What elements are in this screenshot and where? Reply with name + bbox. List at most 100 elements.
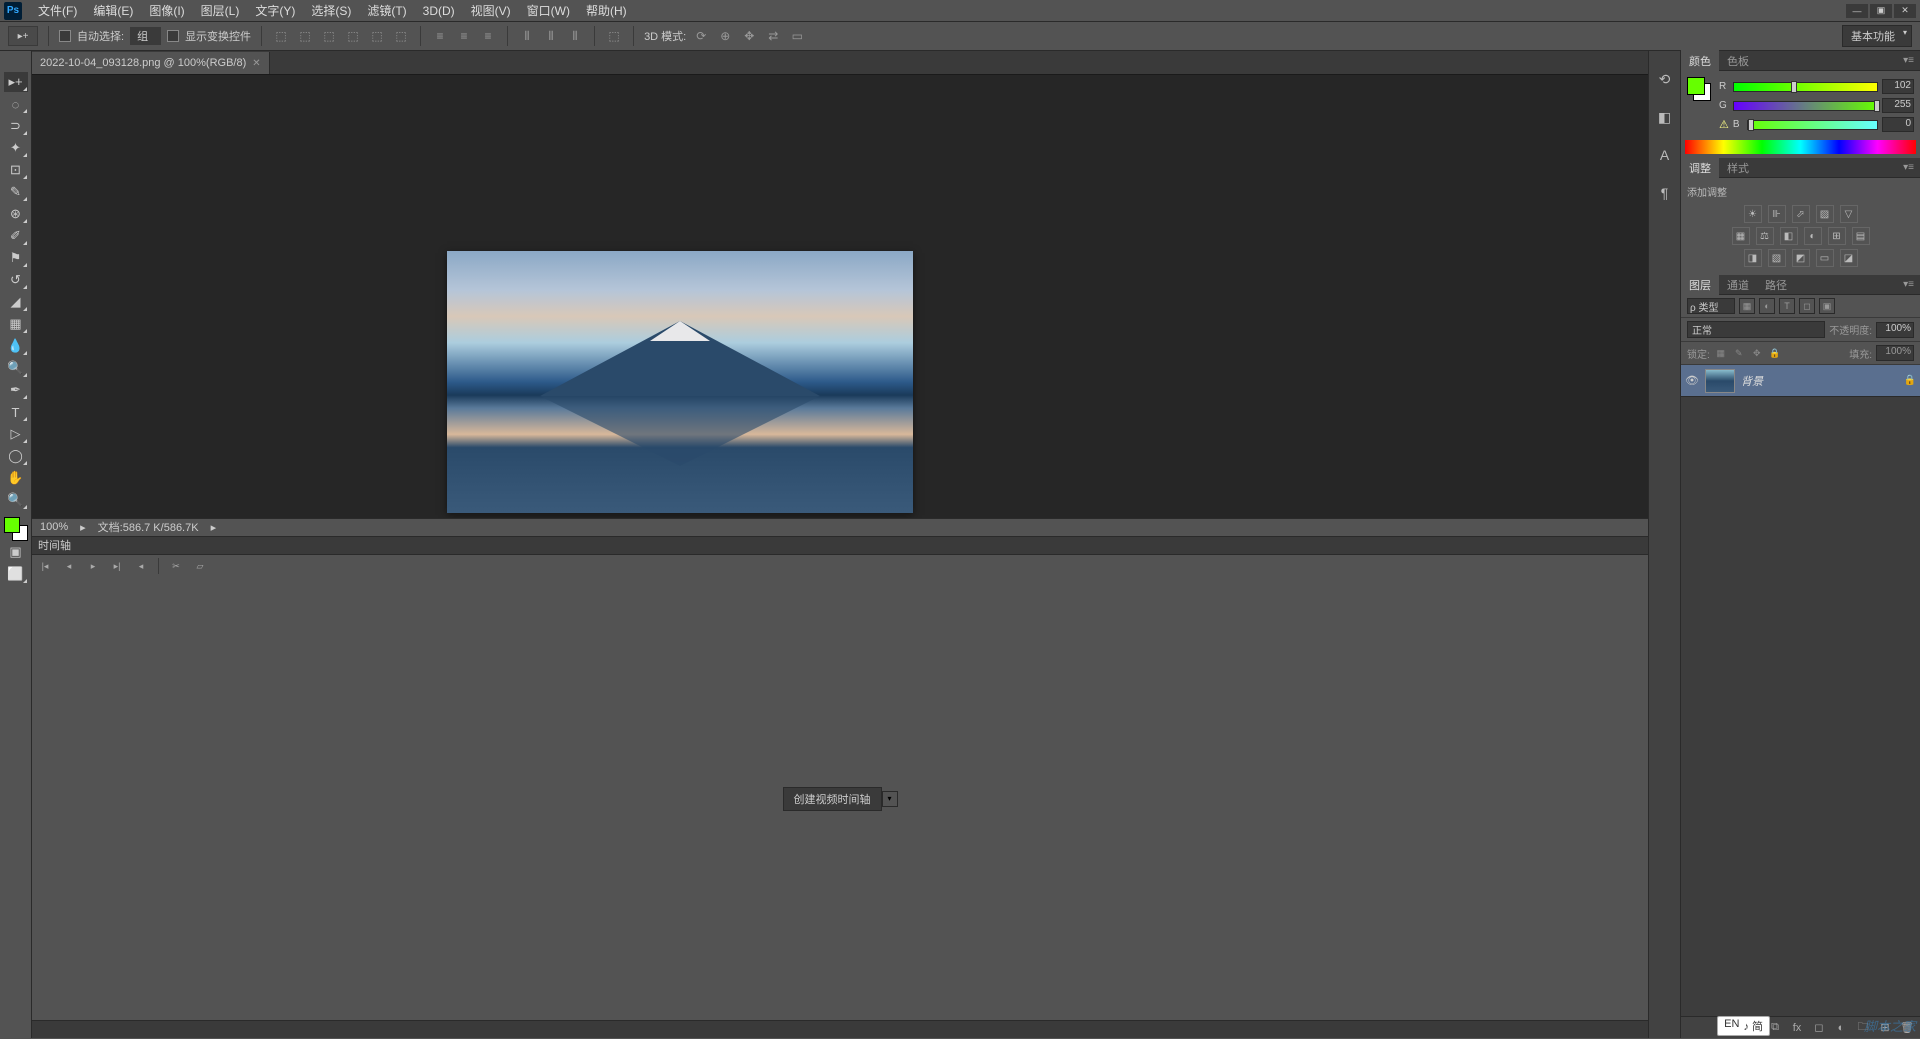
fill-value[interactable]: 100% (1876, 345, 1914, 361)
next-frame-icon[interactable]: ▸| (110, 559, 124, 573)
layer-mask-icon[interactable]: ◻ (1812, 1021, 1826, 1035)
gradient-tool[interactable]: ▦ (4, 314, 28, 334)
zoom-tool[interactable]: 🔍 (4, 490, 28, 510)
blur-tool[interactable]: 💧 (4, 336, 28, 356)
menu-file[interactable]: 文件(F) (30, 0, 85, 21)
layer-filter-dropdown[interactable]: ρ 类型 (1687, 298, 1735, 314)
stamp-tool[interactable]: ⚑ (4, 248, 28, 268)
goto-first-icon[interactable]: |◂ (38, 559, 52, 573)
auto-align-icon[interactable]: ⬚ (605, 27, 623, 45)
distribute-h-icon[interactable]: ⦀ (518, 27, 536, 45)
align-bottom-icon[interactable]: ⬚ (320, 27, 338, 45)
lock-position-icon[interactable]: ✥ (1750, 346, 1764, 360)
lock-transparency-icon[interactable]: ▦ (1714, 346, 1728, 360)
filter-shape-icon[interactable]: ◻ (1799, 298, 1815, 314)
g-slider[interactable] (1733, 101, 1878, 111)
brush-tool[interactable]: ✐ (4, 226, 28, 246)
tab-swatches[interactable]: 色板 (1719, 50, 1757, 72)
timeline-panel-header[interactable]: 时间轴 (32, 536, 1648, 554)
eraser-tool[interactable]: ◢ (4, 292, 28, 312)
healing-tool[interactable]: ⊛ (4, 204, 28, 224)
color-balance-icon[interactable]: ⚖ (1756, 227, 1774, 245)
goto-last-icon[interactable]: ◂ (134, 559, 148, 573)
photo-filter-icon[interactable]: ◐ (1804, 227, 1822, 245)
layer-name[interactable]: 背景 (1741, 373, 1898, 389)
layer-row[interactable]: 👁 背景 🔒 (1681, 365, 1920, 397)
selective-color-icon[interactable]: ◪ (1840, 249, 1858, 267)
b-slider[interactable] (1747, 120, 1878, 130)
ime-indicator[interactable]: EN ♪ 简 (1717, 1016, 1770, 1036)
layer-style-icon[interactable]: fx (1790, 1021, 1804, 1035)
tab-layers[interactable]: 图层 (1681, 274, 1719, 296)
current-tool-icon[interactable]: ▸+ (8, 26, 38, 46)
hue-icon[interactable]: ▦ (1732, 227, 1750, 245)
panel-menu-icon[interactable]: ▾≡ (1897, 279, 1920, 290)
pen-tool[interactable]: ✒ (4, 380, 28, 400)
properties-panel-icon[interactable]: ◧ (1655, 107, 1675, 127)
color-swatches[interactable] (4, 517, 28, 541)
curves-icon[interactable]: ⬀ (1792, 205, 1810, 223)
color-spectrum[interactable] (1685, 140, 1916, 154)
dodge-tool[interactable]: 🔍 (4, 358, 28, 378)
align-right-icon[interactable]: ⬚ (392, 27, 410, 45)
align-top-icon[interactable]: ⬚ (272, 27, 290, 45)
paragraph-panel-icon[interactable]: ¶ (1655, 183, 1675, 203)
zoom-caret-icon[interactable]: ▸ (80, 521, 86, 534)
distribute-icon[interactable]: ≡ (479, 27, 497, 45)
posterize-icon[interactable]: ▧ (1768, 249, 1786, 267)
filter-pixel-icon[interactable]: ▦ (1739, 298, 1755, 314)
bw-icon[interactable]: ◧ (1780, 227, 1798, 245)
close-tab-icon[interactable]: ✕ (252, 58, 260, 69)
minimize-button[interactable]: — (1846, 4, 1868, 18)
history-brush-tool[interactable]: ↺ (4, 270, 28, 290)
exposure-icon[interactable]: ▨ (1816, 205, 1834, 223)
menu-window[interactable]: 窗口(W) (519, 0, 578, 21)
r-slider[interactable] (1733, 82, 1878, 92)
channel-mixer-icon[interactable]: ⊞ (1828, 227, 1846, 245)
canvas-image[interactable] (447, 251, 913, 513)
foreground-swatch[interactable] (1687, 77, 1705, 95)
doc-info-caret-icon[interactable]: ▸ (211, 521, 217, 534)
blend-mode-dropdown[interactable]: 正常 (1687, 321, 1825, 338)
tab-adjustments[interactable]: 调整 (1681, 157, 1719, 179)
menu-image[interactable]: 图像(I) (141, 0, 192, 21)
quick-mask-tool[interactable]: ▣ (4, 542, 28, 562)
panel-menu-icon[interactable]: ▾≡ (1897, 162, 1920, 173)
shape-tool[interactable]: ◯ (4, 446, 28, 466)
show-transform-checkbox[interactable] (167, 30, 179, 42)
filter-adjust-icon[interactable]: ◐ (1759, 298, 1775, 314)
vibrance-icon[interactable]: ▽ (1840, 205, 1858, 223)
character-panel-icon[interactable]: A (1655, 145, 1675, 165)
layer-thumbnail[interactable] (1705, 369, 1735, 393)
prev-frame-icon[interactable]: ◂ (62, 559, 76, 573)
screen-mode-tool[interactable]: ⬜ (4, 564, 28, 584)
filter-type-icon[interactable]: T (1779, 298, 1795, 314)
tab-channels[interactable]: 通道 (1719, 274, 1757, 296)
menu-help[interactable]: 帮助(H) (578, 0, 635, 21)
maximize-button[interactable]: ▣ (1870, 4, 1892, 18)
menu-type[interactable]: 文字(Y) (247, 0, 303, 21)
tab-paths[interactable]: 路径 (1757, 274, 1795, 296)
lasso-tool[interactable]: ⊃ (4, 116, 28, 136)
invert-icon[interactable]: ◨ (1744, 249, 1762, 267)
align-left-icon[interactable]: ⬚ (344, 27, 362, 45)
3d-slide-icon[interactable]: ⇄ (764, 27, 782, 45)
menu-filter[interactable]: 滤镜(T) (359, 0, 414, 21)
brightness-icon[interactable]: ☀ (1744, 205, 1762, 223)
layer-visibility-icon[interactable]: 👁 (1685, 374, 1699, 388)
menu-view[interactable]: 视图(V) (463, 0, 519, 21)
path-select-tool[interactable]: ▷ (4, 424, 28, 444)
menu-select[interactable]: 选择(S) (303, 0, 359, 21)
crop-tool[interactable]: ⊡ (4, 160, 28, 180)
new-fill-icon[interactable]: ◐ (1834, 1021, 1848, 1035)
create-video-dropdown[interactable]: ▾ (882, 791, 898, 807)
3d-pan-icon[interactable]: ✥ (740, 27, 758, 45)
workspace-dropdown[interactable]: 基本功能 (1842, 25, 1912, 47)
text-tool[interactable]: T (4, 402, 28, 422)
move-tool[interactable]: ▸+ (4, 72, 28, 92)
menu-edit[interactable]: 编辑(E) (85, 0, 141, 21)
align-vcenter-icon[interactable]: ⬚ (296, 27, 314, 45)
lock-pixels-icon[interactable]: ✎ (1732, 346, 1746, 360)
threshold-icon[interactable]: ◩ (1792, 249, 1810, 267)
foreground-color[interactable] (4, 517, 20, 533)
